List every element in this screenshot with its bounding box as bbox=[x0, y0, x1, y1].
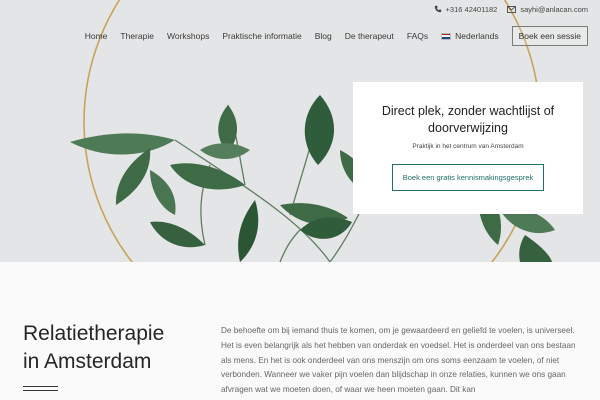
flag-nl-icon bbox=[441, 32, 452, 40]
nav-item-praktische-informatie[interactable]: Praktische informatie bbox=[222, 31, 301, 41]
email-link[interactable]: sayhi@anlacan.com bbox=[507, 5, 588, 14]
hero-card-title: Direct plek, zonder wachtlijst of doorve… bbox=[381, 104, 555, 135]
book-session-button[interactable]: Boek een sessie bbox=[511, 26, 588, 46]
nav-item-workshops[interactable]: Workshops bbox=[167, 31, 209, 41]
page-title: Relatietherapie in Amsterdam bbox=[23, 320, 164, 376]
phone-number: +316 42401182 bbox=[445, 4, 498, 14]
main-nav: Home Therapie Workshops Praktische infor… bbox=[85, 26, 588, 46]
nav-item-home[interactable]: Home bbox=[85, 31, 108, 41]
title-divider-top bbox=[23, 386, 58, 387]
nav-item-therapie[interactable]: Therapie bbox=[120, 31, 154, 41]
language-switcher[interactable]: Nederlands bbox=[441, 31, 499, 41]
hero-card: Direct plek, zonder wachtlijst of doorve… bbox=[353, 82, 583, 214]
nav-item-de-therapeut[interactable]: De therapeut bbox=[345, 31, 394, 41]
free-intro-call-button[interactable]: Boek een gratis kennismakingsgesprek bbox=[391, 164, 545, 191]
hero-card-subtitle: Praktijk in het centrum van Amsterdam bbox=[412, 143, 524, 150]
page-title-line1: Relatietherapie bbox=[23, 322, 165, 345]
envelope-icon bbox=[507, 5, 517, 13]
title-divider-bottom bbox=[23, 390, 58, 391]
intro-section: Relatietherapie in Amsterdam De behoefte… bbox=[0, 262, 600, 400]
page-title-line2: in Amsterdam bbox=[23, 350, 152, 373]
phone-icon bbox=[434, 5, 441, 13]
contact-bar: +316 42401182 sayhi@anlacan.com bbox=[434, 2, 588, 16]
language-label: Nederlands bbox=[455, 31, 499, 41]
email-address: sayhi@anlacan.com bbox=[520, 4, 588, 14]
hero-section: +316 42401182 sayhi@anlacan.com Home The… bbox=[0, 0, 600, 262]
nav-item-faqs[interactable]: FAQs bbox=[407, 31, 428, 41]
intro-paragraph: De behoefte om bij iemand thuis te komen… bbox=[221, 326, 576, 395]
phone-link[interactable]: +316 42401182 bbox=[434, 4, 498, 14]
nav-item-blog[interactable]: Blog bbox=[315, 31, 332, 41]
